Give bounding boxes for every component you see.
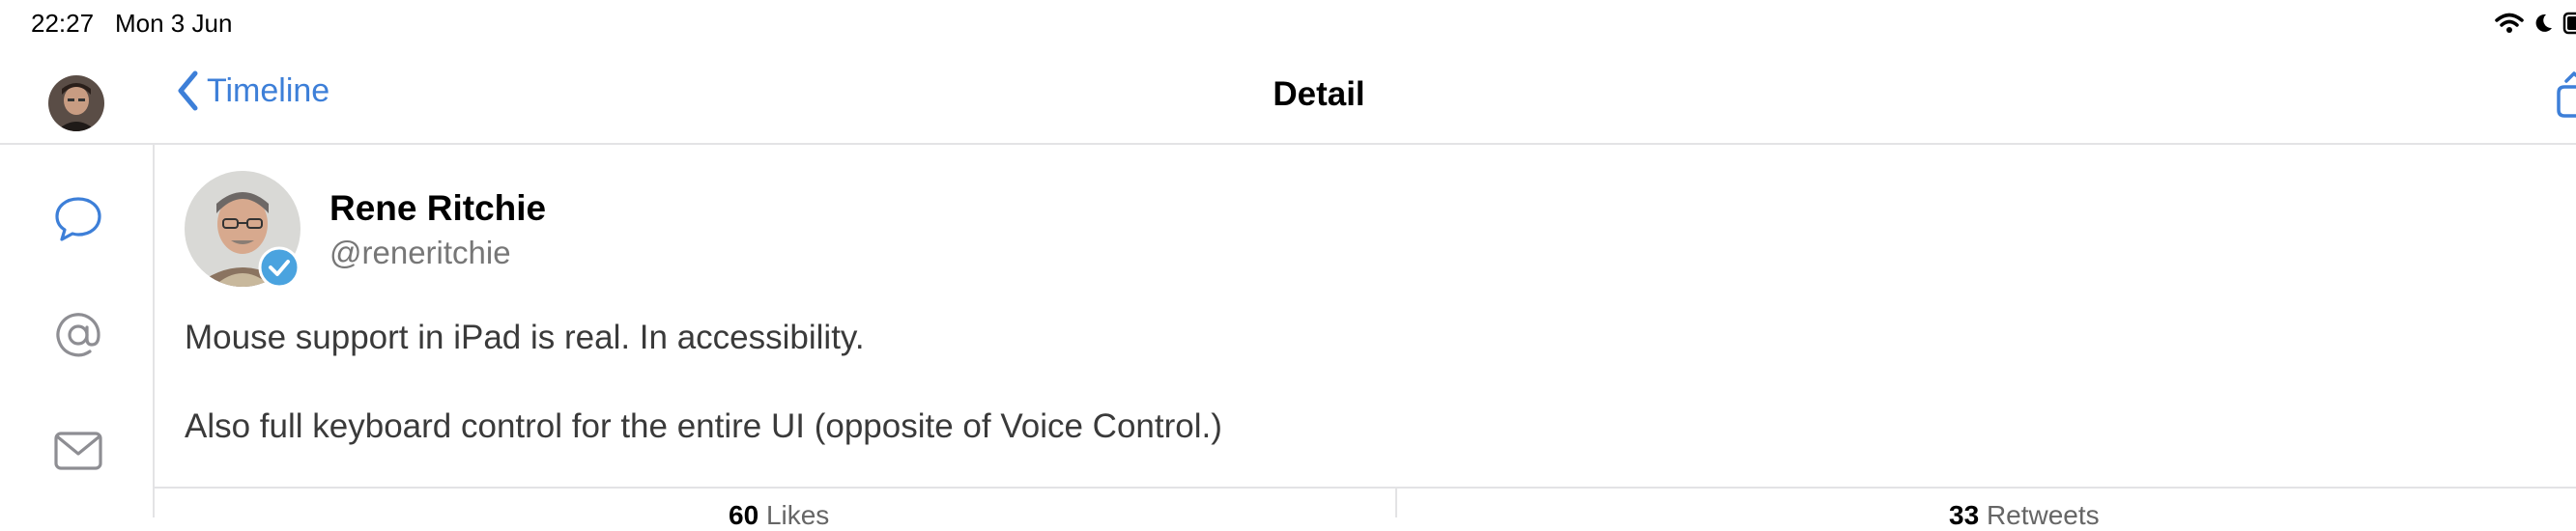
stats-divider (155, 487, 2576, 489)
retweets-stat[interactable]: 33 Retweets (1949, 500, 2100, 531)
likes-label: Likes (765, 500, 830, 530)
share-icon (2557, 71, 2576, 118)
sidebar-item-timeline[interactable] (50, 191, 106, 247)
envelope-icon (54, 432, 102, 470)
sidebar-item-mentions[interactable] (50, 307, 106, 363)
chat-bubble-icon (55, 197, 101, 241)
tweet-detail: Rene Ritchie @reneritchie Mouse support … (155, 145, 2576, 530)
battery-icon (2562, 12, 2576, 35)
sidebar (0, 145, 155, 517)
tweet-text-line-2: Also full keyboard control for the entir… (185, 407, 1222, 445)
status-time: 22:27 (31, 9, 95, 38)
wifi-icon (2495, 13, 2524, 33)
at-sign-icon (56, 313, 100, 357)
likes-stat[interactable]: 60 Likes (729, 500, 829, 531)
verified-badge-icon (258, 246, 301, 293)
retweets-count: 33 (1949, 500, 1980, 530)
status-date: Mon 3 Jun (115, 9, 233, 38)
moon-icon (2535, 14, 2552, 32)
navigation-bar: Timeline Detail (0, 48, 2576, 145)
status-icons (2495, 12, 2576, 35)
status-bar: 22:27 Mon 3 Jun (0, 0, 2576, 48)
stats-column-divider (1395, 489, 1397, 517)
page-title: Detail (1273, 75, 1365, 113)
likes-count: 60 (729, 500, 759, 530)
tweet-text-line-1: Mouse support in iPad is real. In access… (185, 319, 865, 356)
share-button[interactable] (2555, 70, 2576, 123)
retweets-label: Retweets (1986, 500, 2100, 530)
author-name[interactable]: Rene Ritchie (329, 188, 546, 229)
sidebar-item-messages[interactable] (50, 423, 106, 479)
author-handle[interactable]: @reneritchie (329, 235, 511, 271)
